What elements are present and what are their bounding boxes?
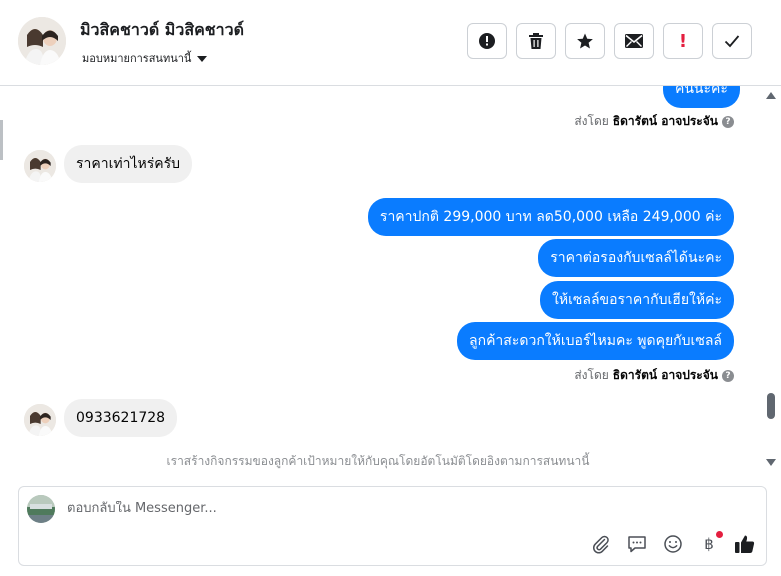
message-composer: ฿	[18, 486, 767, 566]
incoming-message[interactable]: ราคาเท่าไหร่ครับ	[64, 145, 193, 183]
sender-name[interactable]: ธิดารัตน์ อาจประจัน	[613, 112, 718, 131]
composer-toolbar: ฿	[590, 531, 756, 555]
outgoing-message[interactable]: ค่นนะคะ	[663, 86, 740, 108]
system-note: เราสร้างกิจกรรมของลูกค้าเป้าหมายให้กับคุ…	[166, 454, 590, 468]
saved-reply-icon	[628, 536, 646, 553]
notification-dot	[716, 531, 723, 538]
contact-name[interactable]: มิวสิคชาวด์ มิวสิคชาวด์	[80, 18, 244, 43]
help-icon[interactable]: ?	[722, 115, 734, 128]
help-icon[interactable]: ?	[722, 369, 734, 382]
attach-button[interactable]	[590, 533, 612, 555]
conversation-header: มิวสิคชาวด์ มิวสิคชาวด์ มอบหมายการสนทนาน…	[0, 0, 781, 86]
paperclip-icon	[593, 535, 609, 554]
outgoing-message[interactable]: ลูกค้าสะดวกให้เบอร์ไหมคะ พูดคุยกับเซลล์	[457, 322, 734, 360]
star-button[interactable]	[565, 23, 605, 59]
emoji-icon	[664, 535, 682, 553]
assign-conversation-dropdown[interactable]: มอบหมายการสนทนานี้	[82, 49, 208, 67]
baht-icon: ฿	[704, 535, 714, 553]
alert-circle-icon	[479, 33, 495, 49]
header-actions: !	[467, 23, 752, 59]
panel-edge	[0, 120, 3, 160]
done-button[interactable]	[712, 23, 752, 59]
mark-spam-button[interactable]	[467, 23, 507, 59]
sender-name[interactable]: ธิดารัตน์ อาจประจัน	[613, 366, 718, 385]
sent-by-prefix: ส่งโดย	[574, 114, 609, 128]
incoming-message[interactable]: 0933621728	[64, 399, 178, 437]
scroll-up-arrow-icon[interactable]	[766, 92, 776, 99]
like-button[interactable]	[734, 533, 756, 555]
contact-avatar-small[interactable]	[24, 150, 56, 182]
envelope-icon	[625, 34, 643, 48]
contact-avatar-small[interactable]	[24, 404, 56, 436]
reply-input[interactable]	[67, 501, 707, 516]
scroll-down-arrow-icon[interactable]	[766, 459, 776, 466]
contact-avatar[interactable]	[18, 17, 66, 65]
page-avatar	[27, 495, 55, 523]
follow-up-button[interactable]: !	[663, 23, 703, 59]
saved-replies-button[interactable]	[626, 533, 648, 555]
sent-by-line: ส่งโดย ธิดารัตน์ อาจประจัน ?	[574, 366, 734, 385]
emoji-button[interactable]	[662, 533, 684, 555]
outgoing-message[interactable]: ราคาต่อรองกับเซลล์ได้นะคะ	[538, 239, 734, 277]
mark-unread-button[interactable]	[614, 23, 654, 59]
caret-down-icon	[197, 55, 208, 62]
sent-by-prefix: ส่งโดย	[574, 368, 609, 382]
outgoing-message[interactable]: ราคาปกติ 299,000 บาท ลด50,000 เหลือ 249,…	[367, 198, 734, 236]
delete-button[interactable]	[516, 23, 556, 59]
scrollbar-thumb[interactable]	[767, 393, 775, 419]
sent-by-line: ส่งโดย ธิดารัตน์ อาจประจัน ?	[574, 112, 734, 131]
partial-message-clip: ค่นนะคะ	[0, 86, 760, 108]
star-icon	[577, 33, 593, 49]
trash-icon	[529, 33, 543, 49]
exclamation-icon: !	[678, 30, 688, 52]
assign-label: มอบหมายการสนทนานี้	[82, 52, 192, 65]
thumbs-up-icon	[735, 535, 755, 553]
check-icon	[724, 35, 740, 48]
payment-button[interactable]: ฿	[698, 531, 723, 555]
outgoing-message[interactable]: ให้เซลล์ขอราคากับเฮียให้ค่ะ	[540, 281, 734, 319]
